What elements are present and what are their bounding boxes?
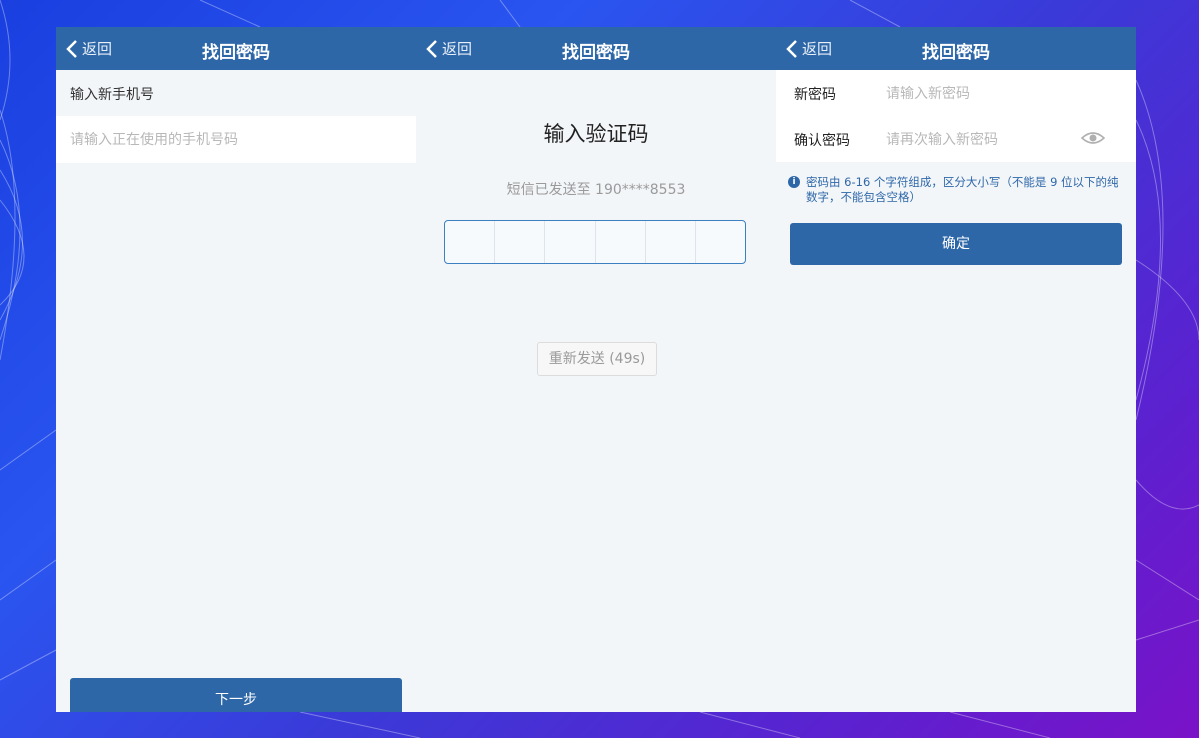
next-step-button[interactable]: 下一步: [70, 678, 402, 712]
verify-heading: 输入验证码: [543, 122, 649, 146]
info-icon: i: [788, 176, 800, 188]
page-title: 找回密码: [202, 43, 270, 63]
resend-button[interactable]: 重新发送 (49s): [537, 342, 657, 376]
new-password-input[interactable]: [884, 78, 1088, 110]
page-title: 找回密码: [562, 43, 630, 63]
new-password-label: 新密码: [794, 87, 836, 103]
page-title: 找回密码: [922, 43, 990, 63]
nav-bar: 返回 找回密码: [416, 27, 776, 70]
screen-new-password: 返回 找回密码 新密码 确认密码 i 密码由 6-16 个字符组成，区分大小写（…: [776, 27, 1136, 712]
password-rule-text: 密码由 6-16 个字符组成，区分大小写（不能是 9 位以下的纯数字，不能包含空…: [806, 175, 1119, 204]
screen-enter-phone: 返回 找回密码 输入新手机号 下一步: [56, 27, 416, 712]
sms-sent-text: 短信已发送至 190****8553: [506, 182, 686, 198]
confirm-password-input[interactable]: [884, 124, 1088, 156]
password-rule-hint: i 密码由 6-16 个字符组成，区分大小写（不能是 9 位以下的纯数字，不能包…: [788, 175, 1128, 205]
eye-icon[interactable]: [1081, 129, 1105, 147]
confirm-password-label: 确认密码: [794, 133, 850, 149]
nav-bar: 返回 找回密码: [776, 27, 1136, 70]
code-digit-cell[interactable]: [495, 221, 546, 263]
code-digit-cell[interactable]: [646, 221, 696, 263]
code-input[interactable]: [444, 220, 746, 264]
confirm-password-row: 确认密码: [776, 116, 1136, 162]
app-frame: 返回 找回密码 输入新手机号 下一步 返回 找回密码 输入验证码 短信已发送至 …: [56, 27, 1136, 712]
new-password-row: 新密码: [776, 70, 1136, 116]
confirm-button[interactable]: 确定: [790, 223, 1122, 265]
phone-input[interactable]: [56, 116, 416, 163]
screen-verify-code: 返回 找回密码 输入验证码 短信已发送至 190****8553 重新发送 (4…: [416, 27, 776, 712]
nav-bar: 返回 找回密码: [56, 27, 416, 70]
phone-field-label: 输入新手机号: [70, 87, 154, 103]
code-digit-cell[interactable]: [545, 221, 596, 263]
code-digit-cell[interactable]: [445, 221, 496, 263]
code-digit-cell[interactable]: [696, 221, 745, 263]
password-form: 新密码 确认密码: [776, 70, 1136, 162]
code-digit-cell[interactable]: [596, 221, 646, 263]
